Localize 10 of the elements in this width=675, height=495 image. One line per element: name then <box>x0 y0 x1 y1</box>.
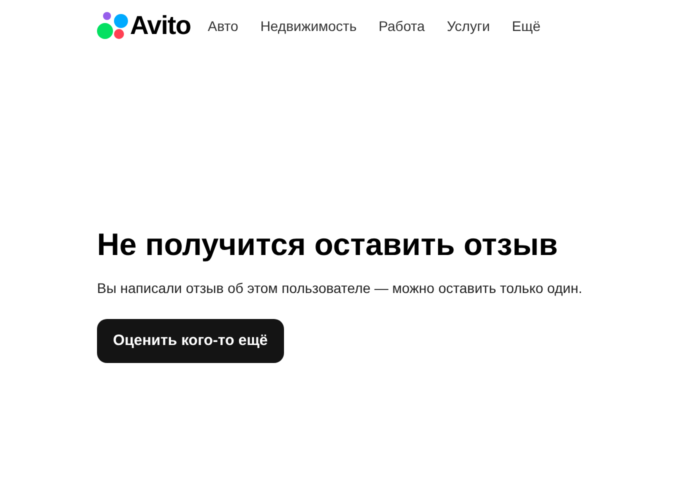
message-text: Вы написали отзыв об этом пользователе — можно оставить только один. <box>97 278 584 298</box>
page-title: Не получится оставить отзыв <box>97 226 559 264</box>
nav-link[interactable]: Работа <box>378 16 425 36</box>
nav-link[interactable]: Услуги <box>446 16 490 36</box>
nav-link[interactable]: Авто <box>208 16 238 36</box>
logo-text[interactable]: Avito <box>130 12 191 38</box>
nav-link[interactable]: Ещё <box>512 16 541 36</box>
nav-link[interactable]: Недвижимость <box>260 16 357 36</box>
logo-icon <box>97 10 129 40</box>
rate-button[interactable]: Оценить кого-то ещё <box>97 318 284 363</box>
